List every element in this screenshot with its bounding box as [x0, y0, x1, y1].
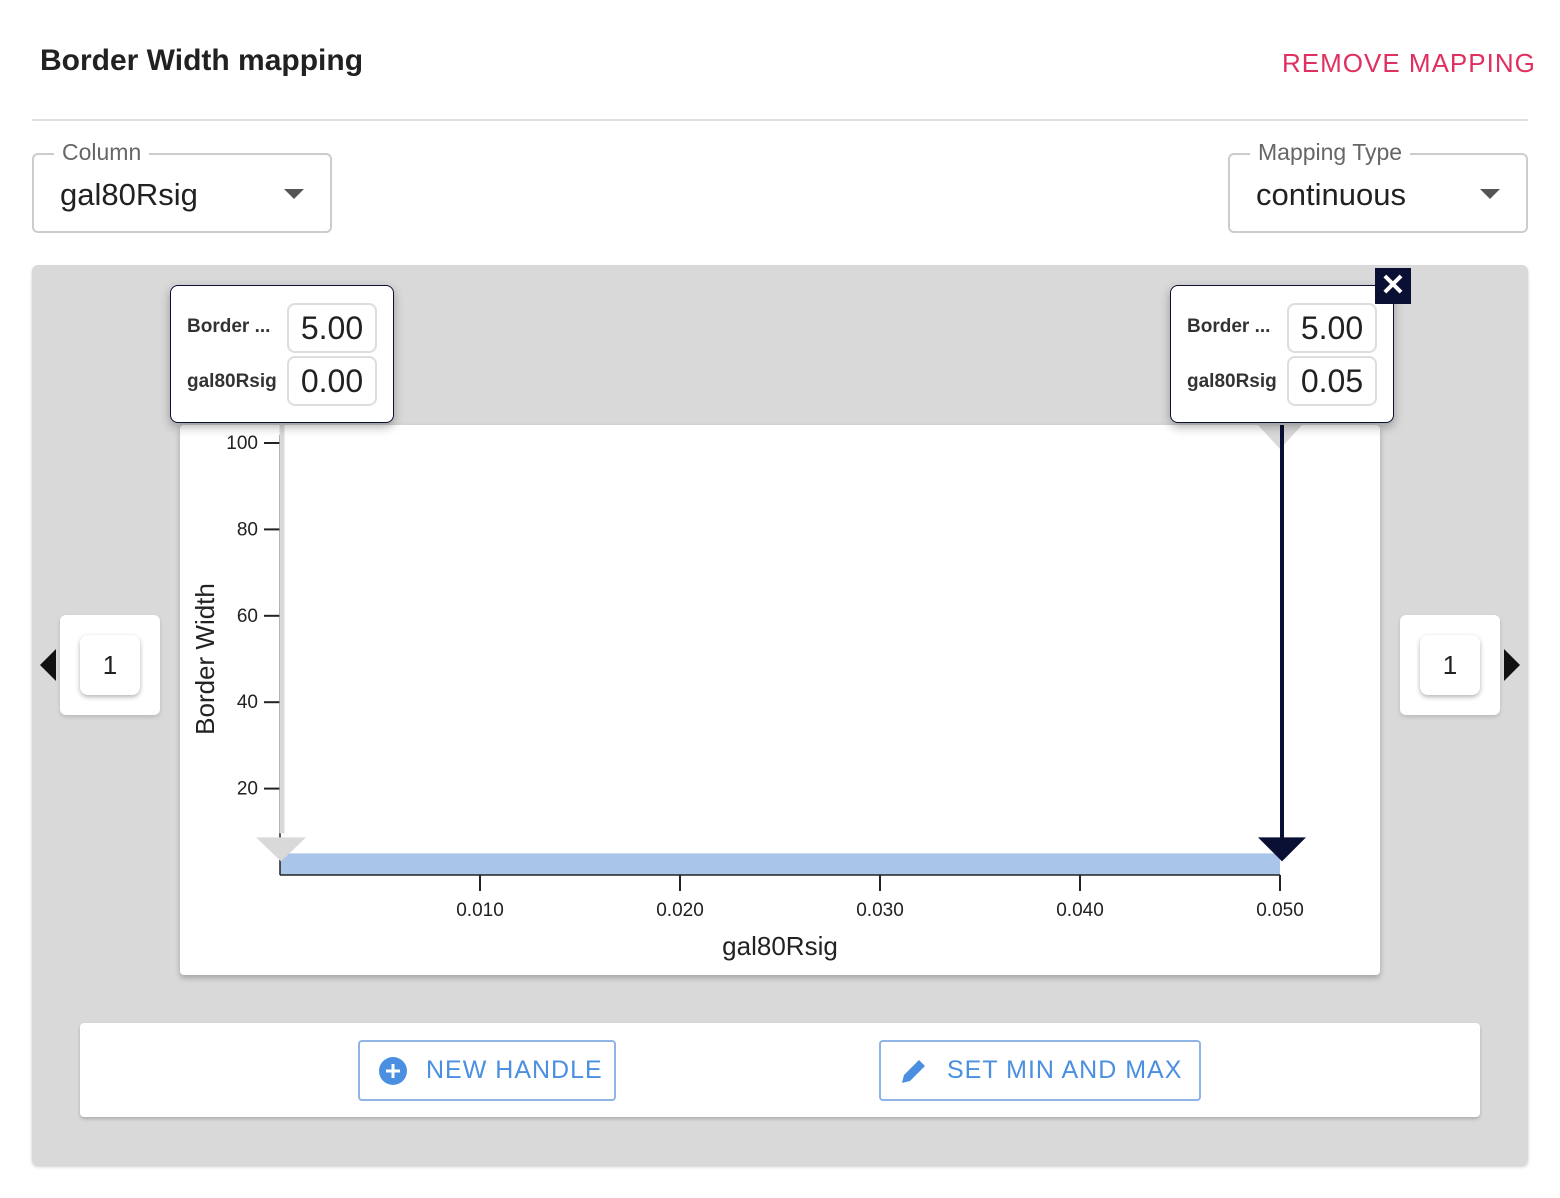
column-value-label: gal80Rsig: [187, 371, 277, 393]
page-title: Border Width mapping: [40, 44, 363, 78]
set-min-max-button[interactable]: SET MIN AND MAX: [879, 1040, 1201, 1101]
chart-svg[interactable]: 0.010 0.020 0.030 0.040 0.050 20 40 60 80 100 gal8…: [180, 425, 1380, 975]
above-range-box: 1: [1400, 615, 1500, 715]
pencil-icon: [899, 1056, 929, 1086]
x-tick-label: 0.050: [1256, 900, 1304, 921]
below-range-value[interactable]: 1: [80, 635, 140, 695]
y-tick-label: 60: [237, 606, 258, 627]
mapping-type-select[interactable]: Mapping Type continuous: [1228, 153, 1528, 233]
action-bar: [80, 1023, 1480, 1117]
chevron-down-icon: [1480, 189, 1500, 199]
arrow-right-icon: [1504, 649, 1520, 681]
mapping-type-label: Mapping Type: [1250, 139, 1410, 166]
column-select[interactable]: Column gal80Rsig: [32, 153, 332, 233]
y-tick-label: 80: [237, 519, 258, 540]
above-range-value[interactable]: 1: [1420, 635, 1480, 695]
set-min-max-label: SET MIN AND MAX: [947, 1056, 1182, 1085]
y-tick-label: 20: [237, 779, 258, 800]
column-value: gal80Rsig: [60, 177, 198, 213]
column-label: Column: [54, 139, 149, 166]
property-label: Border ...: [1187, 316, 1270, 338]
close-icon[interactable]: ✕: [1375, 268, 1411, 304]
plus-circle-icon: [378, 1056, 408, 1086]
x-tick-label: 0.020: [656, 900, 704, 921]
x-axis-label: gal80Rsig: [722, 931, 838, 961]
below-range-box: 1: [60, 615, 160, 715]
x-tick-label: 0.040: [1056, 900, 1104, 921]
remove-mapping-button[interactable]: REMOVE MAPPING: [1282, 48, 1536, 79]
column-value-input[interactable]: 0.00: [287, 356, 377, 406]
mapping-area: [280, 853, 1280, 875]
column-value-input[interactable]: 0.05: [1287, 356, 1377, 406]
chevron-down-icon: [284, 189, 304, 199]
property-label: Border ...: [187, 316, 270, 338]
property-value-input[interactable]: 5.00: [1287, 303, 1377, 353]
y-tick-label: 40: [237, 692, 258, 713]
mapping-chart[interactable]: 0.010 0.020 0.030 0.040 0.050 20 40 60 80 100 gal8…: [180, 425, 1380, 975]
x-tick-label: 0.010: [456, 900, 504, 921]
handle-editor-max: Border ... 5.00 gal80Rsig 0.05: [1170, 285, 1394, 423]
property-value-input[interactable]: 5.00: [287, 303, 377, 353]
divider: [32, 119, 1528, 121]
arrow-left-icon: [40, 649, 56, 681]
handle-editor-min: Border ... 5.00 gal80Rsig 0.00: [170, 285, 394, 423]
column-value-label: gal80Rsig: [1187, 371, 1277, 393]
mapping-type-value: continuous: [1256, 177, 1406, 213]
new-handle-button[interactable]: NEW HANDLE: [358, 1040, 616, 1101]
x-tick-label: 0.030: [856, 900, 904, 921]
y-tick-label: 100: [226, 433, 258, 454]
y-axis-label: Border Width: [190, 583, 220, 735]
new-handle-label: NEW HANDLE: [426, 1056, 603, 1085]
